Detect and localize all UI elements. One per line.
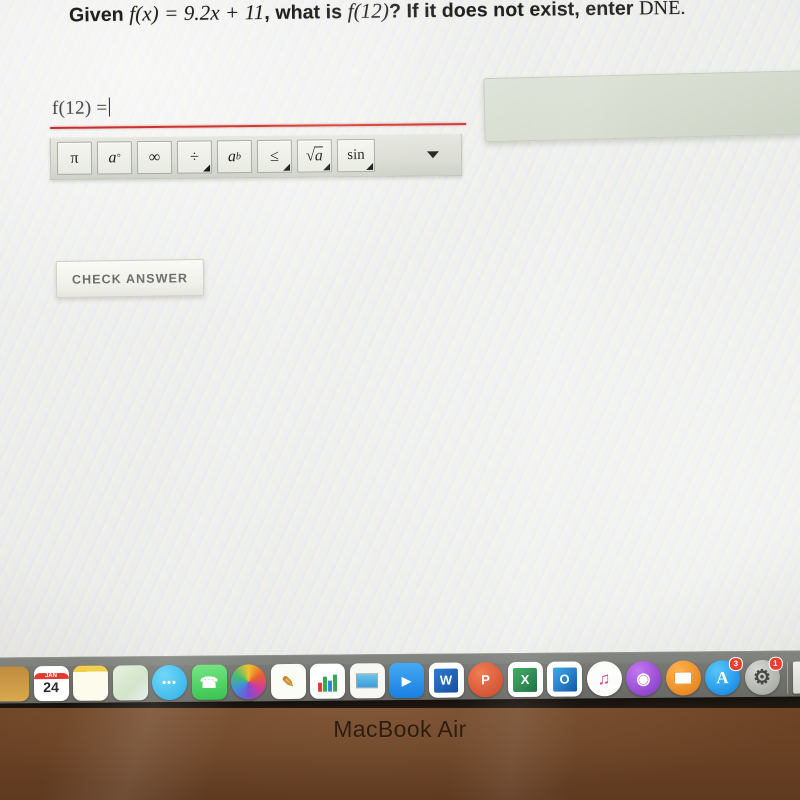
gear-icon: ⚙ [752, 666, 772, 689]
app-store-glyph: A [716, 667, 729, 687]
dock-icon-maps[interactable] [112, 665, 148, 701]
infinity-button[interactable]: ∞ [136, 140, 173, 175]
dock-icon-notes[interactable] [72, 665, 109, 701]
outlook-glyph: O [552, 666, 577, 692]
dock-icon-music[interactable]: ♫ [586, 661, 622, 697]
dock-icon-messages[interactable]: ••• [151, 664, 188, 711]
math-symbol-toolbar[interactable]: π a ° ∞ ÷ ab ≤ √a sin [49, 134, 463, 180]
divide-button[interactable]: ÷ [176, 140, 213, 174]
laptop-model-label: MacBook Air [333, 716, 467, 742]
dock-icon-system-preferences[interactable]: ⚙ 1 [744, 656, 783, 696]
answer-field-label: f(12) = [51, 97, 108, 119]
podcasts-glyph: ◉ [636, 670, 651, 688]
dock-icon-finder[interactable] [0, 666, 30, 702]
pi-button[interactable]: π [56, 141, 93, 175]
word-glyph: W [433, 668, 459, 693]
dock-icon-facetime[interactable]: ☎ [191, 664, 227, 700]
side-panel[interactable] [483, 69, 800, 143]
question-function-definition: f(x) = 9.2x + 11 [129, 0, 265, 26]
square-root-button[interactable]: √a [296, 139, 333, 173]
question-dne-token: DNE. [638, 0, 686, 20]
question-evaluate-expression: f(12) [347, 0, 390, 23]
minimized-document-window[interactable] [792, 660, 800, 694]
chevron-down-icon[interactable] [426, 151, 440, 159]
dock-icon-calendar[interactable]: JAN 24 [33, 665, 69, 702]
dock-icon-keynote[interactable] [349, 663, 385, 699]
answer-input-area[interactable]: f(12) = [50, 94, 470, 130]
powerpoint-glyph: P [481, 672, 490, 688]
dock-icon-books[interactable] [665, 660, 701, 696]
degree-button[interactable]: a ° [96, 141, 133, 175]
question-middle: , what is [264, 0, 348, 25]
dock-icon-microsoft-outlook[interactable]: O [546, 661, 583, 707]
question-suffix: ? If it does not exist, enter [388, 0, 640, 23]
dock-icon-microsoft-excel[interactable]: X [507, 661, 543, 698]
app-store-badge: 3 [728, 657, 743, 672]
music-glyph: ♫ [597, 668, 611, 688]
dock-icon-microsoft-word[interactable]: W [428, 662, 464, 708]
dock-icon-pages[interactable]: ✎ [270, 663, 306, 700]
photo-of-laptop-screen: Given f(x) = 9.2x + 11, what is f(12)? I… [0, 0, 800, 800]
less-than-or-equal-button[interactable]: ≤ [256, 139, 293, 173]
dock-icon-photos[interactable] [230, 664, 267, 700]
check-answer-button[interactable]: CHECK ANSWER [55, 258, 205, 299]
dock-icon-microsoft-powerpoint[interactable]: P [467, 662, 504, 698]
dock-icon-zoom[interactable]: ▶ [388, 662, 425, 699]
sine-button[interactable]: sin [336, 138, 376, 173]
question-prefix: Given [68, 3, 130, 27]
dock-icon-numbers[interactable] [309, 663, 346, 699]
dock-icon-podcasts[interactable]: ◉ [625, 660, 662, 697]
calendar-day-label: 24 [43, 678, 59, 696]
dock-divider [786, 661, 789, 694]
system-preferences-badge: 1 [768, 656, 783, 671]
answer-input-field[interactable]: f(12) = [50, 94, 470, 126]
exponent-button[interactable]: ab [216, 140, 253, 174]
text-caret [108, 97, 111, 117]
excel-glyph: X [512, 667, 538, 692]
dock-icon-app-store[interactable]: A 3 [704, 657, 743, 696]
